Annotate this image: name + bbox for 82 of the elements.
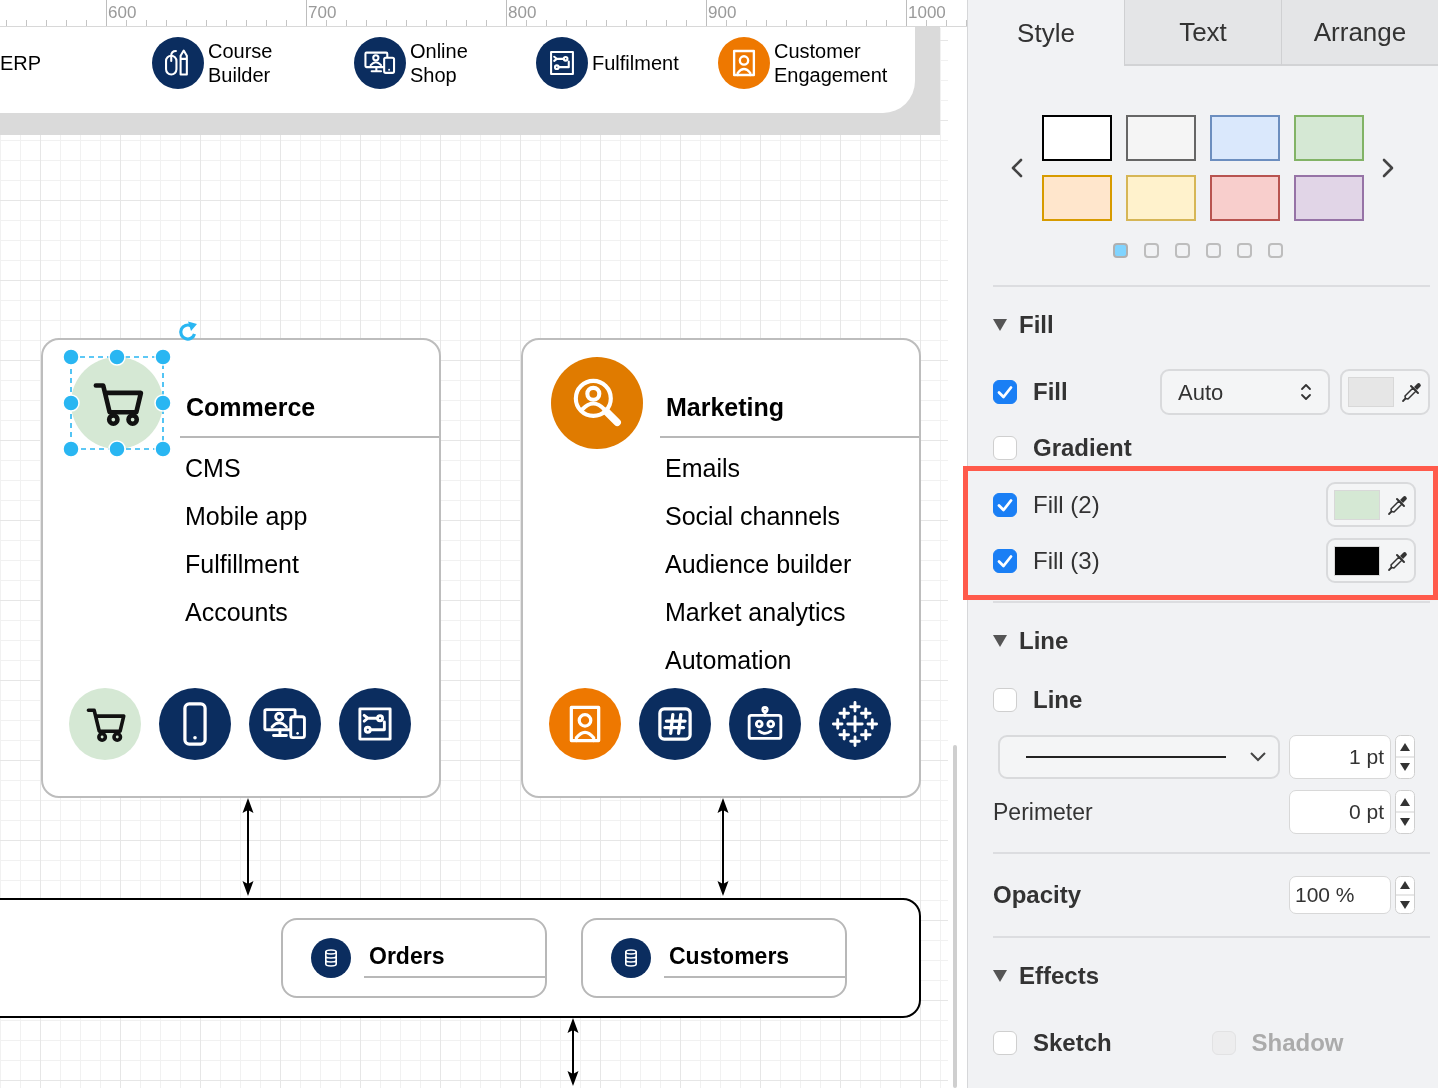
service-label: Course Builder xyxy=(208,39,273,87)
style-swatch[interactable] xyxy=(1126,175,1196,221)
checkbox[interactable] xyxy=(993,492,1017,517)
option-label: Shadow xyxy=(1251,1028,1344,1058)
card-item: Social channels xyxy=(665,501,841,532)
service-label: Online Shop xyxy=(410,39,468,87)
caret-icon xyxy=(993,319,1007,331)
style-swatch[interactable] xyxy=(1294,115,1364,161)
chevron-left-icon[interactable] xyxy=(1010,157,1024,179)
checkmark-icon xyxy=(997,385,1013,399)
style-swatch[interactable] xyxy=(1042,175,1112,221)
chevron-down-icon xyxy=(1250,752,1266,762)
line-width-input[interactable]: 1 pt xyxy=(1289,735,1391,779)
checkbox[interactable] xyxy=(993,380,1017,404)
card-item: Emails xyxy=(665,453,740,484)
caret-icon xyxy=(993,970,1007,982)
option-label: Fill (2) xyxy=(1033,489,1100,520)
eyedropper-icon xyxy=(1401,381,1423,403)
field-label: Perimeter xyxy=(993,798,1093,827)
eyedropper-icon xyxy=(1387,549,1409,572)
card-title: Marketing xyxy=(665,392,785,422)
solid-line-icon xyxy=(1026,756,1226,758)
card-item: Accounts xyxy=(185,597,288,628)
checkbox[interactable] xyxy=(993,436,1017,460)
section-toggle[interactable]: Fill xyxy=(993,310,1054,340)
service-label: Customer Engagement xyxy=(774,39,888,87)
scrollbar-thumb[interactable] xyxy=(953,745,957,1088)
card-item: Market analytics xyxy=(665,597,846,628)
service-label: Fulfilment xyxy=(592,51,679,75)
panel-tab[interactable]: Style xyxy=(968,0,1124,66)
eyedropper-icon xyxy=(1387,493,1409,516)
chevron-right-icon[interactable] xyxy=(1381,157,1395,179)
card-item: Mobile app xyxy=(185,501,308,532)
caret-icon xyxy=(993,635,1007,647)
color-picker-button[interactable] xyxy=(1326,482,1416,527)
panel-tab[interactable]: Text xyxy=(1124,0,1281,66)
ruler-label: 600 xyxy=(108,3,137,23)
checkbox[interactable] xyxy=(993,688,1017,712)
option-label: Fill (3) xyxy=(1033,545,1100,576)
field-label: Opacity xyxy=(993,880,1082,910)
perimeter-input[interactable]: 0 pt xyxy=(1289,790,1391,834)
option-label: Sketch xyxy=(1033,1028,1112,1058)
style-swatch[interactable] xyxy=(1042,115,1112,161)
style-swatch[interactable] xyxy=(1126,115,1196,161)
ruler-label: 900 xyxy=(708,3,737,23)
option-label: Fill xyxy=(1033,377,1068,407)
database-icon xyxy=(311,938,351,978)
selection-handles[interactable] xyxy=(63,349,171,457)
checkmark-icon xyxy=(997,553,1013,568)
card-item: Automation xyxy=(665,645,792,676)
up-down-chevron-icon xyxy=(1300,382,1312,402)
stepper-arrows-icon[interactable] xyxy=(1395,876,1415,914)
store-title: Customers xyxy=(664,936,845,978)
fill-type-select[interactable]: Auto xyxy=(1160,369,1330,415)
card-title: Commerce xyxy=(185,392,316,422)
style-swatch[interactable] xyxy=(1294,175,1364,221)
card-item: CMS xyxy=(185,453,241,484)
option-label: Gradient xyxy=(1033,433,1132,463)
ruler-label: 700 xyxy=(308,3,337,23)
stepper-arrows-icon[interactable] xyxy=(1395,790,1415,834)
ruler-label: 800 xyxy=(508,3,537,23)
color-picker-button[interactable] xyxy=(1326,538,1416,583)
stepper-arrows-icon[interactable] xyxy=(1395,735,1415,779)
color-picker-button[interactable] xyxy=(1340,369,1430,415)
panel-tab[interactable]: Arrange xyxy=(1281,0,1438,66)
database-icon xyxy=(611,938,651,978)
style-swatch[interactable] xyxy=(1210,175,1280,221)
checkmark-icon xyxy=(997,497,1013,512)
section-toggle[interactable]: Effects xyxy=(993,961,1100,991)
service-label: ERP xyxy=(0,51,42,75)
card-item: Fulfillment xyxy=(185,549,299,580)
section-toggle[interactable]: Line xyxy=(993,626,1069,656)
ruler-label: 1000 xyxy=(908,3,946,23)
card-item: Audience builder xyxy=(665,549,852,580)
line-style-select[interactable] xyxy=(998,735,1280,779)
checkbox[interactable] xyxy=(993,1031,1017,1055)
option-label: Line xyxy=(1033,685,1083,715)
style-swatch[interactable] xyxy=(1210,115,1280,161)
checkbox[interactable] xyxy=(993,548,1017,573)
opacity-input[interactable]: 100 % xyxy=(1289,876,1391,914)
store-title: Orders xyxy=(364,936,545,978)
rotate-icon[interactable] xyxy=(176,320,200,344)
